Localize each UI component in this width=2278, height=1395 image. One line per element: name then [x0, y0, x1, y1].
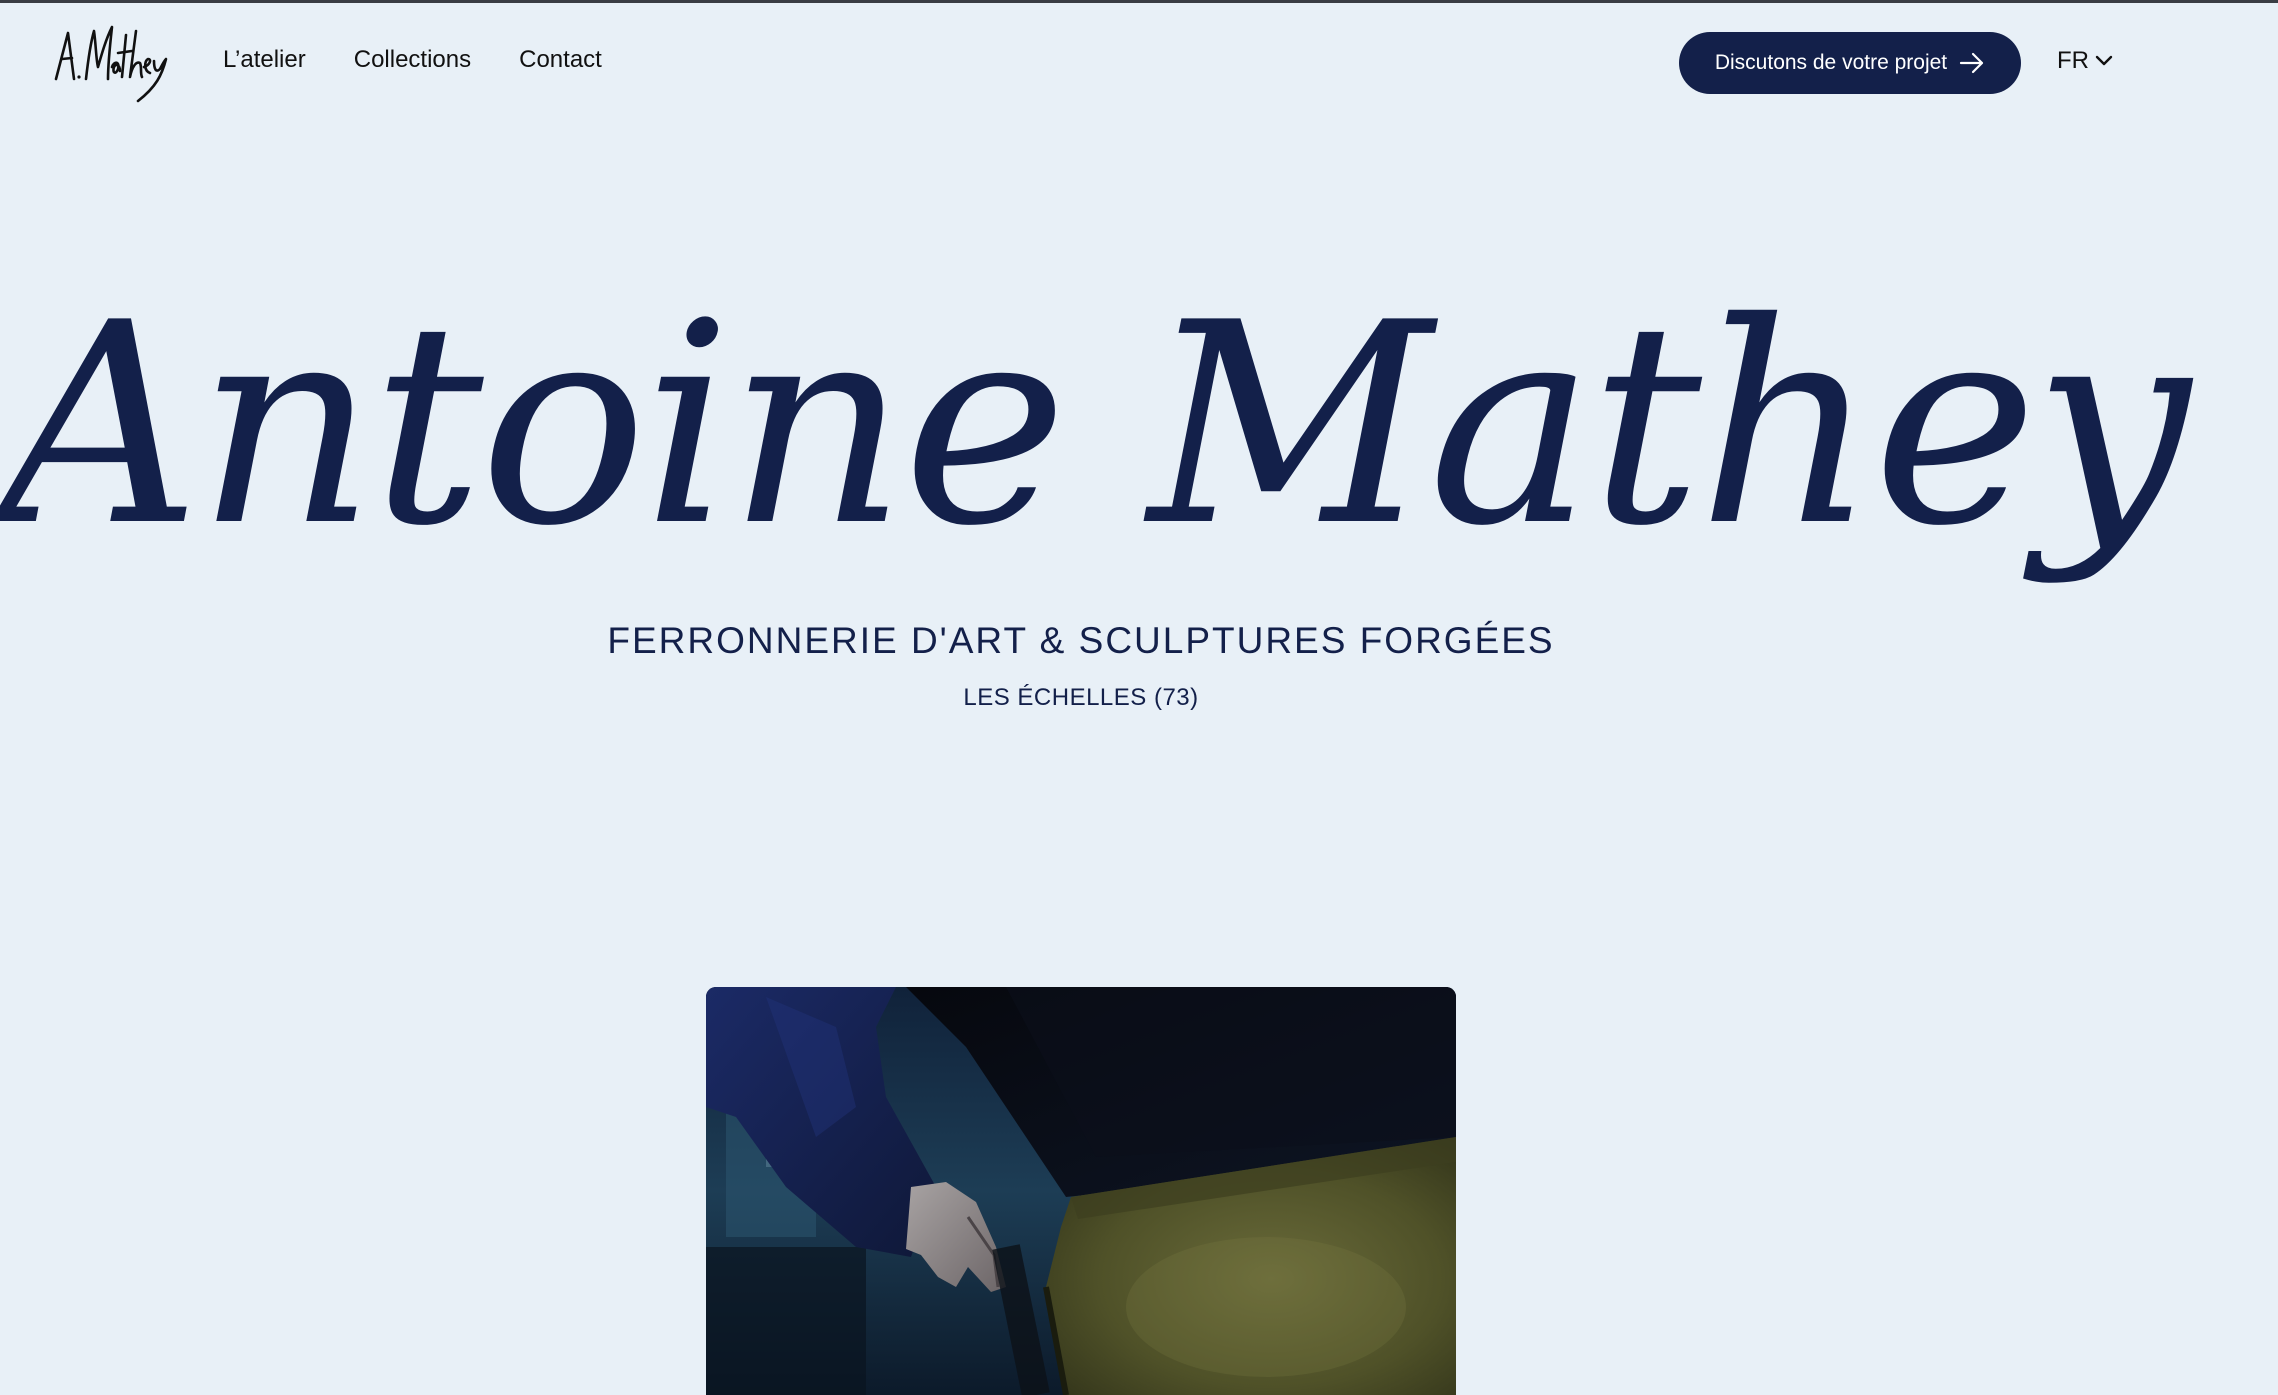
language-label: FR: [2057, 47, 2089, 74]
hand-in-work-apron-photo: [706, 987, 1456, 1395]
project-cta-button[interactable]: Discutons de votre projet: [1679, 32, 2021, 94]
cta-label: Discutons de votre projet: [1714, 51, 1948, 74]
nav-link-atelier[interactable]: L’atelier: [223, 46, 306, 74]
hero-location: LES ÉCHELLES (73): [963, 684, 1199, 711]
chevron-down-icon: [2095, 55, 2113, 66]
hero-photo: [706, 987, 1456, 1395]
hero-subtitle: FERRONNERIE D'ART & SCULPTURES FORGÉES: [607, 620, 1555, 661]
site-header: L’atelier Collections Contact Discutons …: [0, 3, 2278, 118]
signature-logo[interactable]: [52, 21, 174, 103]
nav-link-contact[interactable]: Contact: [519, 46, 602, 74]
hero-title: Antoine Mathey: [0, 263, 2190, 587]
language-selector[interactable]: FR: [2057, 47, 2113, 75]
nav-link-collections[interactable]: Collections: [354, 46, 471, 74]
arrow-right-icon: [1960, 52, 1984, 74]
main-nav: L’atelier Collections Contact: [223, 46, 602, 74]
